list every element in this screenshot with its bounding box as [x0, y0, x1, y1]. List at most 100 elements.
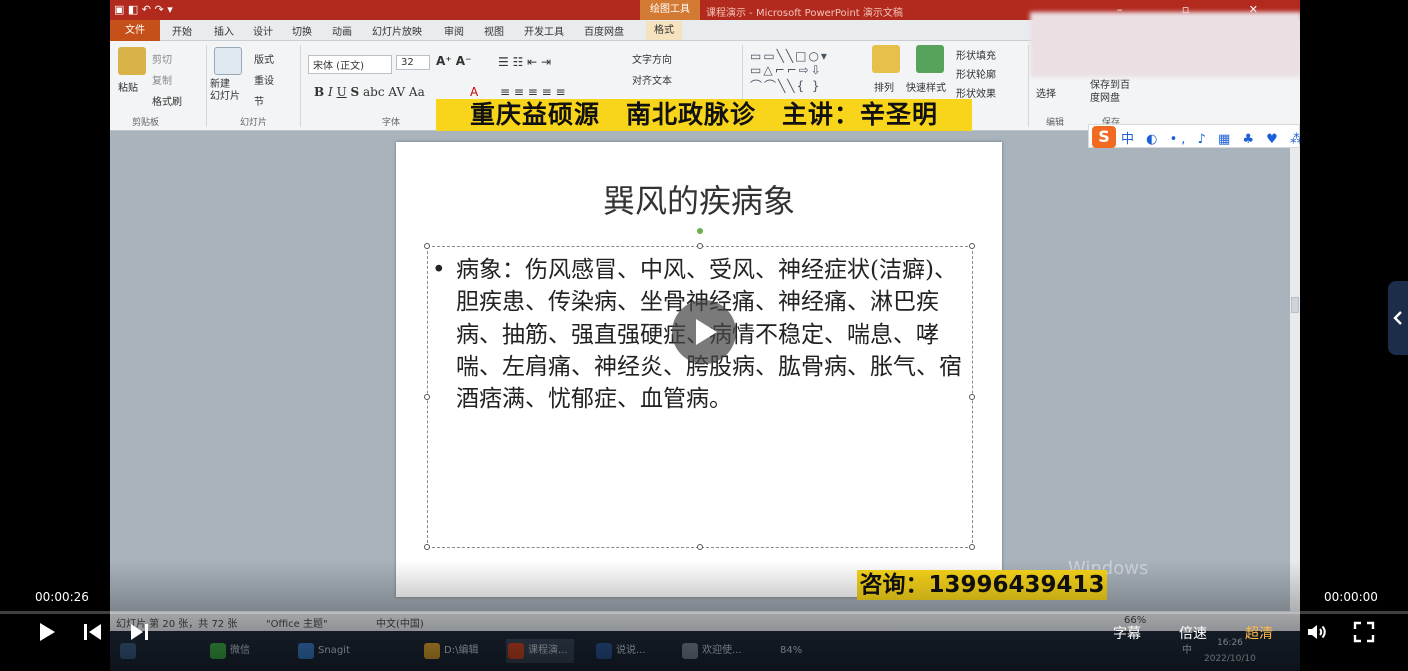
copy-button[interactable]: 复制	[152, 72, 172, 87]
resize-handle[interactable]	[424, 394, 430, 400]
play-button[interactable]	[35, 620, 59, 644]
fullscreen-icon	[1353, 621, 1375, 643]
current-time: 00:00:26	[35, 590, 89, 604]
quick-styles-icon[interactable]	[916, 45, 944, 73]
ime-indicator[interactable]: 中	[1182, 641, 1192, 656]
tab-format[interactable]: 格式	[646, 21, 682, 40]
side-panel-toggle[interactable]	[1388, 281, 1408, 355]
shape-effects-button[interactable]: 形状效果	[956, 85, 996, 100]
arrange-icon[interactable]	[872, 45, 900, 73]
section-button[interactable]: 节	[254, 93, 264, 108]
font-size-select[interactable]: 32	[396, 55, 430, 70]
context-tab-label: 绘图工具	[640, 0, 700, 20]
font-grow-shrink-buttons[interactable]: A⁺ A⁻	[436, 54, 471, 68]
language-indicator: 中文(中国)	[376, 619, 424, 630]
font-style-buttons[interactable]: B I U S abc AV Aa	[314, 85, 425, 99]
paste-icon[interactable]	[118, 47, 146, 75]
align-buttons[interactable]: ≡ ≡ ≡ ≡ ≡	[500, 85, 566, 99]
window-title: 课程演示 - Microsoft PowerPoint 演示文稿	[706, 8, 903, 19]
taskbar-item[interactable]: 微信	[208, 639, 250, 663]
rotate-handle[interactable]	[697, 228, 703, 234]
quick-styles-button[interactable]: 快速样式	[906, 79, 946, 94]
previous-button[interactable]	[81, 620, 105, 644]
group-font-label: 字体	[382, 118, 401, 128]
taskbar-item[interactable]: Snagit	[296, 639, 350, 663]
progress-bar[interactable]	[0, 611, 1408, 614]
play-icon	[696, 319, 717, 345]
contact-banner: 咨询：13996439413	[857, 570, 1107, 600]
arrange-button[interactable]: 排列	[874, 79, 894, 94]
next-button[interactable]	[127, 620, 151, 644]
group-editing-label: 编辑	[1046, 118, 1065, 128]
resize-handle[interactable]	[697, 544, 703, 550]
layout-button[interactable]: 版式	[254, 51, 274, 66]
taskbar-item[interactable]: 欢迎使...	[680, 639, 742, 663]
word-icon	[596, 643, 612, 659]
resize-handle[interactable]	[424, 544, 430, 550]
chevron-left-icon	[1393, 311, 1402, 325]
cut-button[interactable]: 剪切	[152, 51, 172, 66]
volume-button[interactable]	[1305, 620, 1329, 644]
clock-date: 2022/10/10	[1204, 654, 1256, 664]
ime-tools: 中 ◐ •, ♪ ▦ ♣ ♥ ⁂	[1121, 132, 1300, 147]
speed-button[interactable]: 倍速	[1179, 623, 1207, 643]
scrollbar-thumb[interactable]	[1291, 297, 1299, 313]
volume-icon	[1308, 625, 1326, 639]
slide-title[interactable]: 巽风的疾病象	[396, 176, 1002, 222]
new-slide-button[interactable]: 新建 幻灯片	[210, 79, 240, 103]
vertical-scrollbar[interactable]	[1290, 131, 1300, 611]
taskbar-item[interactable]: 说说...	[594, 639, 646, 663]
quality-button[interactable]: 超清	[1245, 623, 1273, 643]
tab-review[interactable]: 审阅	[444, 23, 464, 38]
format-painter-button[interactable]: 格式刷	[152, 93, 182, 108]
slide-canvas[interactable]: 巽风的疾病象 • 病象：伤风感冒、中风、受风、神经症状(洁癖)、胆疾患、传染病、…	[396, 142, 1002, 597]
tab-view[interactable]: 视图	[484, 23, 504, 38]
tab-transitions[interactable]: 切换	[292, 23, 312, 38]
skip-next-icon	[131, 624, 148, 640]
font-color-button[interactable]: A	[470, 85, 478, 99]
group-clipboard-label: 剪贴板	[132, 118, 160, 128]
play-icon	[40, 623, 55, 641]
tab-home[interactable]: 开始	[172, 23, 192, 38]
taskbar-item-active[interactable]: 课程演...	[506, 639, 574, 663]
font-name-select[interactable]: 宋体 (正文)	[308, 55, 392, 74]
center-play-button[interactable]	[672, 300, 736, 364]
align-text-button[interactable]: 对齐文本	[632, 72, 672, 87]
shapes-gallery[interactable]: ▭▭╲╲□○▾ ▭△⌐⌐⇨⇩ ⌒⌒╲╲{ }	[750, 49, 829, 94]
sogou-ime-toolbar: S 中 ◐ •, ♪ ▦ ♣ ♥ ⁂	[1088, 124, 1300, 148]
tab-baidu[interactable]: 百度网盘	[584, 23, 624, 38]
snagit-icon	[298, 643, 314, 659]
tab-slideshow[interactable]: 幻灯片放映	[372, 23, 422, 38]
sogou-logo-icon: S	[1092, 126, 1116, 148]
save-baidu-button[interactable]: 保存到百 度网盘	[1090, 79, 1130, 105]
tab-design[interactable]: 设计	[253, 23, 273, 38]
tab-insert[interactable]: 插入	[214, 23, 234, 38]
list-buttons[interactable]: ☰ ☷ ⇤ ⇥	[498, 55, 551, 69]
tab-developer[interactable]: 开发工具	[524, 23, 564, 38]
resize-handle[interactable]	[697, 243, 703, 249]
shape-fill-button[interactable]: 形状填充	[956, 47, 996, 62]
resize-handle[interactable]	[424, 243, 430, 249]
resize-handle[interactable]	[969, 544, 975, 550]
folder-icon	[424, 643, 440, 659]
video-player[interactable]: ▣ ◧ ↶ ↷ ▾ 绘图工具 课程演示 - Microsoft PowerPoi…	[0, 0, 1408, 671]
resize-handle[interactable]	[969, 394, 975, 400]
ribbon-separator	[300, 45, 301, 127]
lecture-title-banner: 重庆益硕源 南北政脉诊 主讲：辛圣明	[436, 99, 972, 131]
reset-button[interactable]: 重设	[254, 72, 274, 87]
resize-handle[interactable]	[969, 243, 975, 249]
wechat-icon	[210, 643, 226, 659]
tab-animations[interactable]: 动画	[332, 23, 352, 38]
text-direction-button[interactable]: 文字方向	[632, 51, 672, 66]
subtitles-button[interactable]: 字幕	[1113, 623, 1141, 643]
fullscreen-button[interactable]	[1352, 620, 1376, 644]
shape-outline-button[interactable]: 形状轮廓	[956, 66, 996, 81]
total-time: 00:00:00	[1324, 590, 1378, 604]
new-slide-icon[interactable]	[214, 47, 242, 75]
tab-file[interactable]: 文件	[110, 20, 160, 41]
select-button[interactable]: 选择	[1036, 85, 1056, 100]
taskbar-item[interactable]: D:\编辑	[422, 639, 478, 663]
paste-button[interactable]: 粘贴	[118, 79, 138, 94]
blurred-region	[1030, 12, 1300, 77]
quick-access-toolbar[interactable]: ▣ ◧ ↶ ↷ ▾	[114, 3, 173, 16]
